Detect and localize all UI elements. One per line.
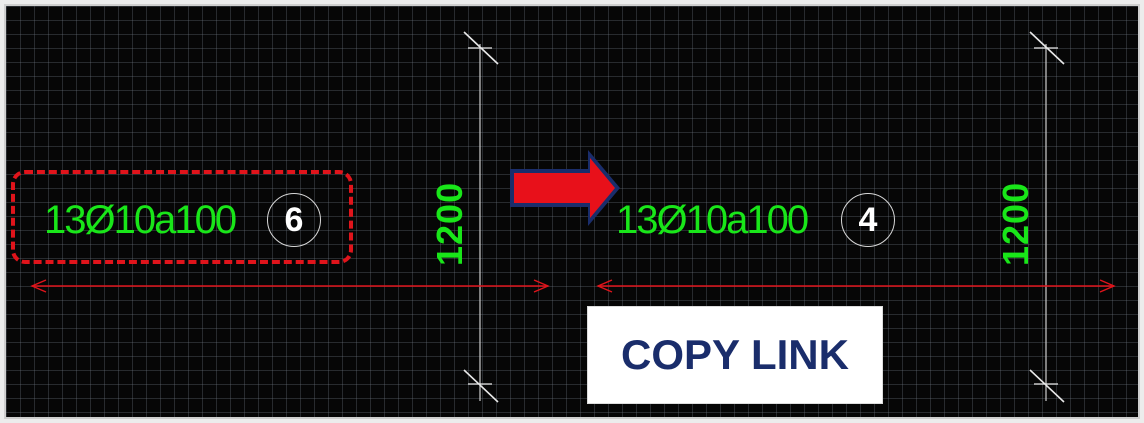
rebar-label-right[interactable]: 13Ø10a100 (616, 200, 809, 240)
copy-link-button[interactable]: COPY LINK (587, 306, 883, 404)
left-dimension-tick-bottom (463, 369, 499, 403)
copy-link-label: COPY LINK (621, 331, 849, 378)
dimension-value-right: 1200 (995, 181, 1036, 266)
rebar-mark-circle-left[interactable]: 6 (267, 193, 321, 247)
right-dimension-tick-bottom (1029, 369, 1065, 403)
rebar-mark-number-left: 6 (284, 200, 304, 239)
rebar-mark-circle-right[interactable]: 4 (841, 193, 895, 247)
cad-viewport[interactable]: 13Ø10a100 6 1200 13Ø10a100 4 1200 COPY L… (4, 4, 1140, 419)
dimension-value-left: 1200 (429, 181, 470, 266)
rebar-mark-number-right: 4 (858, 200, 878, 239)
rebar-label-left[interactable]: 13Ø10a100 (44, 200, 237, 240)
right-arrow-icon (510, 150, 620, 226)
